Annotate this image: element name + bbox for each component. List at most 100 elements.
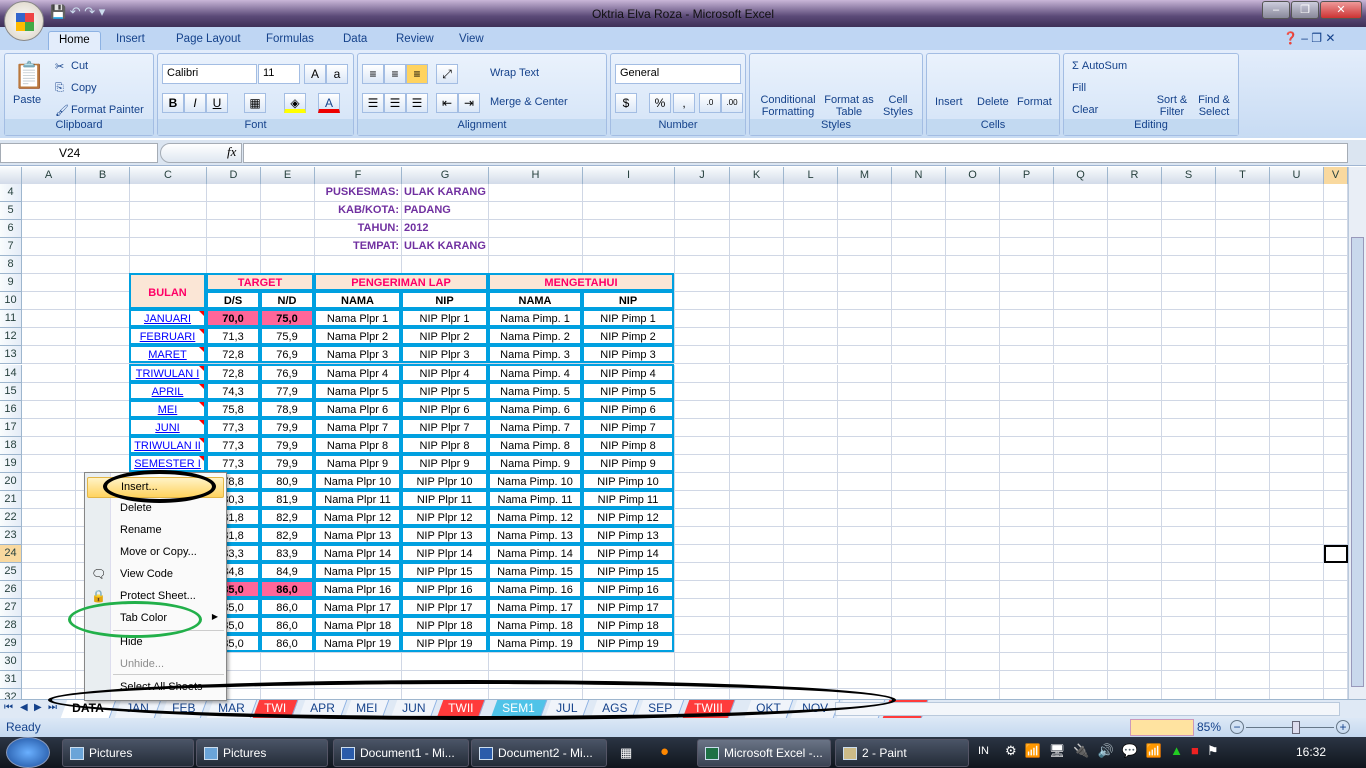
cell[interactable] (489, 256, 583, 275)
cell[interactable] (892, 346, 946, 365)
insert-cells-button[interactable]: Insert (935, 96, 963, 108)
cell[interactable] (1324, 238, 1348, 257)
cell[interactable] (675, 418, 730, 437)
menu-item-view-code[interactable]: View Code 🗨 (87, 565, 224, 586)
menu-item-move-or-copy[interactable]: Move or Copy... (87, 543, 224, 564)
taskbar-document2[interactable]: Document2 - Mi... (471, 739, 607, 767)
cell[interactable] (1054, 346, 1108, 365)
cell[interactable] (76, 436, 130, 455)
cell[interactable] (1324, 310, 1348, 329)
wrap-text-button[interactable]: Wrap Text (490, 67, 539, 79)
row-header-24[interactable]: 24 (0, 545, 22, 563)
cell[interactable] (1270, 256, 1324, 275)
tab-home[interactable]: Home (48, 31, 101, 50)
cell[interactable] (22, 238, 76, 257)
cell[interactable] (675, 436, 730, 455)
cell[interactable] (838, 436, 892, 455)
tab-view[interactable]: View (449, 31, 494, 50)
cell[interactable] (1270, 526, 1324, 545)
cell[interactable] (1054, 617, 1108, 636)
cell[interactable] (838, 689, 892, 699)
find-select-button[interactable]: Find & Select (1194, 94, 1234, 118)
cell[interactable] (1216, 545, 1270, 564)
cell[interactable] (784, 202, 838, 221)
cell[interactable] (1108, 563, 1162, 582)
cell[interactable] (1054, 508, 1108, 527)
cell[interactable] (1324, 364, 1348, 383)
cell[interactable] (1054, 328, 1108, 347)
cell[interactable] (1324, 220, 1348, 239)
cell[interactable] (730, 436, 784, 455)
cell[interactable] (22, 689, 76, 699)
cell[interactable] (22, 292, 76, 311)
cell[interactable] (130, 220, 207, 239)
cell[interactable] (675, 346, 730, 365)
cell[interactable] (583, 689, 675, 699)
row-header-12[interactable]: 12 (0, 328, 22, 347)
cell[interactable] (1162, 490, 1216, 509)
font-name-dropdown[interactable]: Calibri (162, 64, 257, 84)
cell[interactable] (730, 400, 784, 419)
cell[interactable] (838, 635, 892, 654)
cell[interactable] (784, 220, 838, 239)
cell[interactable] (489, 671, 583, 690)
cell[interactable] (1108, 202, 1162, 221)
cell[interactable] (838, 418, 892, 437)
cell[interactable] (946, 382, 1000, 401)
cell[interactable] (1054, 400, 1108, 419)
cell[interactable] (1000, 310, 1054, 329)
cell[interactable] (1270, 328, 1324, 347)
column-header-T[interactable]: T (1216, 167, 1270, 184)
month-link[interactable]: APRIL (129, 381, 206, 400)
cell[interactable] (730, 653, 784, 672)
cell[interactable] (730, 328, 784, 347)
cell[interactable] (946, 617, 1000, 636)
cell[interactable] (892, 310, 946, 329)
cell[interactable] (1324, 635, 1348, 654)
column-header-K[interactable]: K (730, 167, 784, 184)
cell[interactable] (1108, 238, 1162, 257)
cell[interactable] (1162, 274, 1216, 293)
cell[interactable] (892, 238, 946, 257)
cell[interactable] (1324, 599, 1348, 618)
formula-input[interactable] (243, 143, 1348, 163)
cell[interactable] (838, 545, 892, 564)
cell[interactable] (1270, 581, 1324, 600)
cell[interactable] (583, 184, 675, 203)
sheet-tab-jan[interactable]: JAN (114, 700, 161, 718)
cell[interactable] (838, 220, 892, 239)
select-all-corner[interactable] (0, 167, 22, 184)
cell[interactable] (730, 310, 784, 329)
cell[interactable] (76, 454, 130, 473)
cell[interactable] (946, 563, 1000, 582)
column-header-U[interactable]: U (1270, 167, 1324, 184)
month-link[interactable]: TRIWULAN II (129, 435, 206, 454)
cell[interactable] (1162, 653, 1216, 672)
cell[interactable] (1270, 364, 1324, 383)
cell[interactable] (1270, 310, 1324, 329)
cell[interactable] (1216, 472, 1270, 491)
cell[interactable] (1324, 689, 1348, 699)
cell[interactable] (1324, 490, 1348, 509)
cell[interactable] (892, 220, 946, 239)
cell[interactable] (22, 418, 76, 437)
column-header-R[interactable]: R (1108, 167, 1162, 184)
cell[interactable] (730, 184, 784, 203)
font-size-dropdown[interactable]: 11 (258, 64, 300, 84)
cell[interactable] (22, 364, 76, 383)
cell[interactable] (1324, 436, 1348, 455)
cell[interactable] (22, 563, 76, 582)
cell[interactable] (675, 545, 730, 564)
media-center-icon[interactable]: ▦ (620, 745, 632, 761)
cell[interactable] (1108, 418, 1162, 437)
cell[interactable] (22, 220, 76, 239)
cell[interactable] (22, 382, 76, 401)
row-header-15[interactable]: 15 (0, 382, 22, 401)
cell[interactable] (730, 581, 784, 600)
cell[interactable] (1324, 256, 1348, 275)
month-link[interactable]: MEI (129, 399, 206, 418)
cell[interactable] (76, 238, 130, 257)
cell[interactable] (1054, 292, 1108, 311)
cell[interactable] (1054, 418, 1108, 437)
cell[interactable] (784, 617, 838, 636)
